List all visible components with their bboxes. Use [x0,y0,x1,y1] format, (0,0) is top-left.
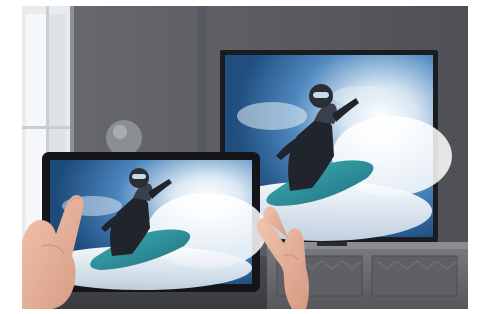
photo-frame [0,0,489,314]
photo-scene [22,6,468,309]
photo-illustration [22,6,468,309]
